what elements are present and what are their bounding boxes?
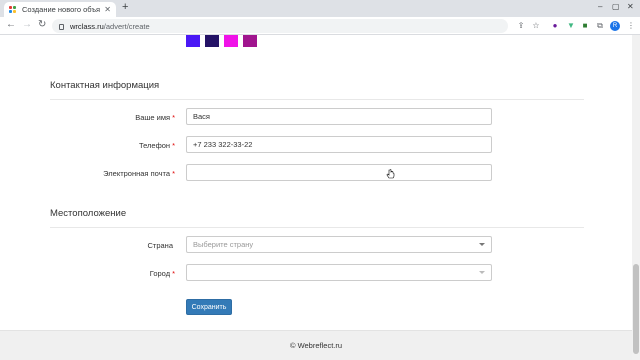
chevron-down-icon (479, 271, 485, 274)
back-arrow-icon[interactable]: ← (6, 19, 16, 30)
phone-label: Телефон * (138, 141, 175, 150)
name-label: Ваше имя * (135, 113, 175, 122)
address-bar[interactable]: wrclass.ru/advert/create (52, 19, 508, 33)
city-select[interactable] (186, 264, 492, 281)
extension-icon[interactable]: ● (550, 21, 560, 31)
new-tab-icon[interactable]: + (122, 1, 128, 13)
contact-section-title: Контактная информация (50, 80, 160, 91)
browser-toolbar: ← → ↻ wrclass.ru/advert/create ⇪ ☆ ● ▼ ■… (0, 17, 640, 35)
url-domain: wrclass.ru (70, 21, 104, 31)
name-input[interactable]: Вася (186, 108, 492, 125)
required-mark: * (172, 113, 175, 122)
footer-copyright: © Webreflect.ru (289, 341, 343, 350)
required-mark: * (172, 169, 175, 178)
lock-icon (59, 24, 64, 30)
extension-icon-2[interactable]: ■ (580, 21, 590, 31)
phone-input[interactable]: +7 233 322-33-22 (186, 136, 492, 153)
reload-icon[interactable]: ↻ (38, 19, 46, 30)
tab-title: Создание нового объяв (22, 5, 101, 14)
location-section-title: Местоположение (50, 208, 127, 219)
scrollbar-thumb[interactable] (633, 264, 639, 354)
country-label: Страна (147, 241, 173, 250)
save-button[interactable]: Сохранить (186, 299, 232, 315)
share-icon[interactable]: ⇪ (516, 21, 526, 31)
color-swatch[interactable] (205, 35, 219, 47)
page-scrollbar[interactable] (632, 35, 640, 360)
color-swatch[interactable] (224, 35, 238, 47)
required-mark: * (172, 269, 175, 278)
url-path: /advert/create (103, 21, 150, 31)
tab-close-icon[interactable]: ✕ (104, 5, 111, 14)
hand-cursor-icon (386, 169, 395, 179)
site-footer: © Webreflect.ru (0, 330, 632, 360)
divider (50, 227, 584, 228)
divider (50, 99, 584, 100)
email-label: Электронная почта * (103, 169, 175, 178)
chevron-down-icon (479, 243, 485, 246)
color-swatch[interactable] (186, 35, 200, 47)
browser-tab-bar: Создание нового объяв ✕ + – ▢ ✕ (0, 0, 640, 17)
maximize-icon[interactable]: ▢ (612, 2, 620, 11)
profile-avatar[interactable]: R (610, 21, 620, 31)
forward-arrow-icon[interactable]: → (22, 19, 32, 30)
color-swatch[interactable] (243, 35, 257, 47)
minimize-icon[interactable]: – (598, 2, 602, 11)
star-icon[interactable]: ☆ (531, 21, 541, 31)
browser-tab[interactable]: Создание нового объяв ✕ (4, 2, 116, 17)
page-content: Контактная информация Ваше имя * Вася Тел… (0, 35, 632, 360)
window-close-icon[interactable]: ✕ (627, 2, 634, 11)
vue-extension-icon[interactable]: ▼ (566, 21, 576, 31)
site-favicon-icon (9, 5, 17, 14)
city-label: Город * (149, 269, 175, 278)
required-mark: * (172, 141, 175, 150)
country-select[interactable]: Выберите страну (186, 236, 492, 253)
puzzle-icon[interactable]: ⧉ (595, 21, 605, 31)
menu-icon[interactable]: ⋮ (626, 21, 636, 31)
email-input[interactable] (186, 164, 492, 181)
